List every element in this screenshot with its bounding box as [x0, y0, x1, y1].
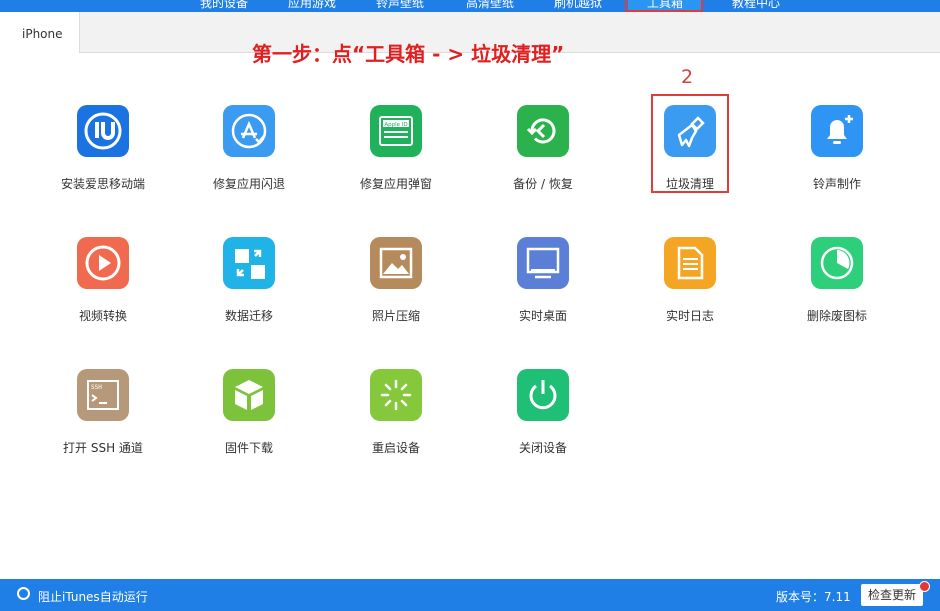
svg-text:Apple ID: Apple ID	[384, 122, 407, 128]
tab-iphone[interactable]: iPhone	[0, 12, 80, 53]
tool-label: 实时桌面	[518, 309, 567, 323]
tool-label: 视频转换	[78, 309, 127, 323]
nav-item-wallpapers[interactable]: 高清壁纸	[466, 0, 514, 11]
tool-label: 数据迁移	[224, 309, 273, 323]
box-icon	[223, 369, 275, 421]
tool-photo-compress[interactable]: 照片压缩	[326, 237, 466, 324]
monitor-icon	[517, 237, 569, 289]
version-label: 版本号：7.11	[776, 590, 851, 604]
tool-label: 重启设备	[371, 441, 420, 455]
tool-open-ssh[interactable]: SSH 打开 SSH 通道	[33, 369, 173, 456]
backup-restore-icon	[517, 105, 569, 157]
tool-label: 安装爱思移动端	[60, 177, 145, 191]
tool-firmware-download[interactable]: 固件下载	[179, 369, 319, 456]
ssh-terminal-icon: SSH	[77, 369, 129, 421]
tool-label: 备份 / 恢复	[513, 177, 573, 191]
tool-label: 删除废图标	[806, 309, 867, 323]
nav-item-apps[interactable]: 应用游戏	[288, 0, 336, 11]
tool-live-log[interactable]: 实时日志	[620, 237, 760, 324]
update-notification-dot	[919, 581, 930, 592]
tab-iphone-label: iPhone	[22, 27, 63, 41]
nav-item-flash[interactable]: 刷机越狱	[554, 0, 602, 11]
i4-logo-icon	[77, 105, 129, 157]
tool-label: 修复应用弹窗	[359, 177, 432, 191]
step-instruction: 第一步：点“工具箱 - > 垃圾清理”	[252, 42, 565, 66]
tool-backup-restore[interactable]: 备份 / 恢复	[473, 105, 613, 192]
tool-live-desktop[interactable]: 实时桌面	[473, 237, 613, 324]
video-play-icon	[77, 237, 129, 289]
tool-label: 铃声制作	[812, 177, 861, 191]
marker-2: 2	[681, 66, 694, 88]
highlight-box-toolbox	[625, 0, 703, 12]
itunes-toggle-icon[interactable]	[17, 587, 30, 600]
power-icon	[517, 369, 569, 421]
status-bar: 阻止iTunes自动运行 版本号：7.11 检查更新	[0, 579, 940, 611]
tool-ringtone-maker[interactable]: 铃声制作	[767, 105, 907, 192]
tool-label: 实时日志	[665, 309, 714, 323]
app-store-icon	[223, 105, 275, 157]
nav-item-my-device[interactable]: 我的设备	[200, 0, 248, 11]
apple-id-icon: Apple ID	[370, 105, 422, 157]
bell-plus-icon	[811, 105, 863, 157]
tool-delete-icons[interactable]: 删除废图标	[767, 237, 907, 324]
tool-label: 关闭设备	[518, 441, 567, 455]
nav-item-tutorials[interactable]: 教程中心	[732, 0, 780, 11]
top-nav: 我的设备 应用游戏 铃声壁纸 高清壁纸 刷机越狱 工具箱 教程中心	[0, 0, 940, 12]
photo-icon	[370, 237, 422, 289]
document-icon	[664, 237, 716, 289]
tool-label: 打开 SSH 通道	[63, 441, 143, 455]
tool-label: 照片压缩	[371, 309, 420, 323]
tool-fix-crash[interactable]: 修复应用闪退	[179, 105, 319, 192]
tool-label: 修复应用闪退	[212, 177, 285, 191]
restart-spinner-icon	[370, 369, 422, 421]
check-update-button[interactable]: 检查更新	[861, 584, 923, 606]
tool-data-migration[interactable]: 数据迁移	[179, 237, 319, 324]
tool-install-i4[interactable]: 安装爱思移动端	[33, 105, 173, 192]
tool-shutdown-device[interactable]: 关闭设备	[473, 369, 613, 456]
pie-icon	[811, 237, 863, 289]
data-transfer-icon	[223, 237, 275, 289]
svg-text:SSH: SSH	[91, 384, 102, 391]
highlight-box-clean-junk	[651, 94, 729, 193]
tool-video-convert[interactable]: 视频转换	[33, 237, 173, 324]
tool-restart-device[interactable]: 重启设备	[326, 369, 466, 456]
block-itunes-label[interactable]: 阻止iTunes自动运行	[38, 588, 148, 605]
nav-item-ringtones[interactable]: 铃声壁纸	[376, 0, 424, 11]
tool-fix-popup[interactable]: Apple ID 修复应用弹窗	[326, 105, 466, 192]
tool-label: 固件下载	[224, 441, 273, 455]
